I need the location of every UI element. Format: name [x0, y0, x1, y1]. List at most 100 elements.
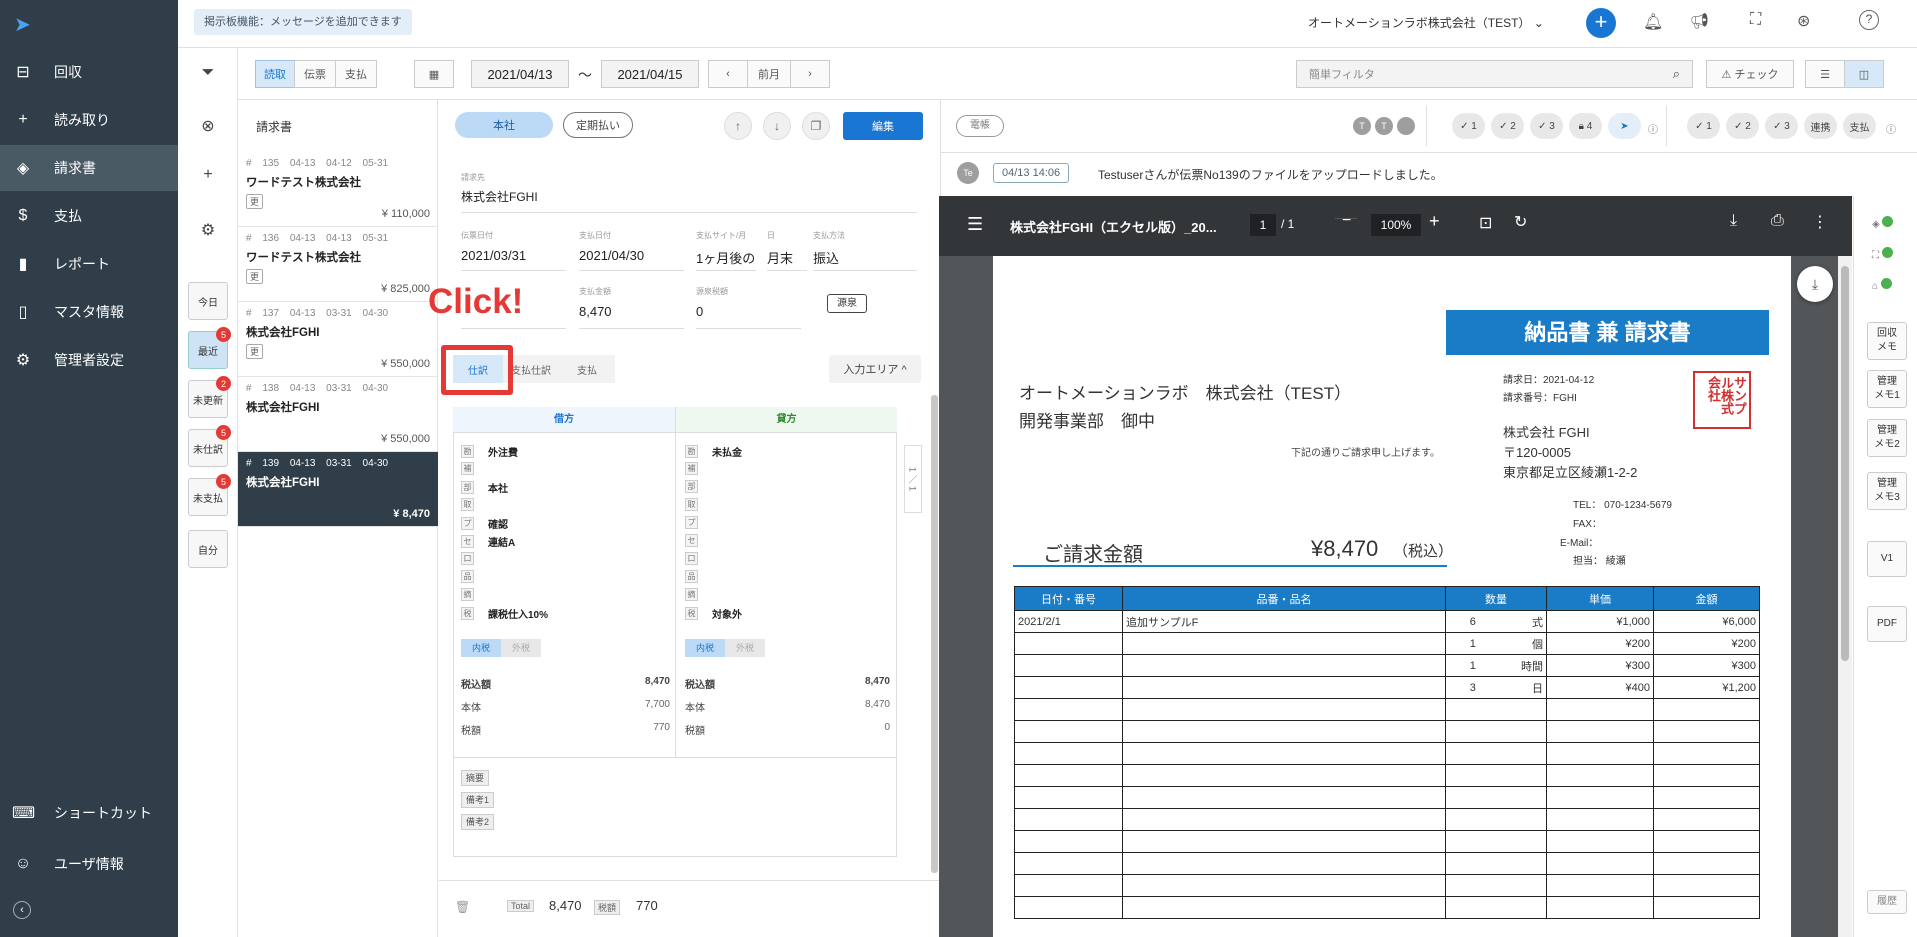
app-logo[interactable]: ➤ — [14, 12, 31, 37]
check-3-button[interactable]: ✓ 3 — [1530, 113, 1563, 139]
nav-item-user[interactable]: ☺ ユーザ情報 — [0, 841, 178, 887]
quick-recent[interactable]: 最近 5 — [188, 327, 231, 369]
kaishu-memo-button[interactable]: 回収 メモ — [1867, 322, 1907, 360]
credit-row-account[interactable]: 勘未払金 — [685, 444, 742, 459]
renkei-button[interactable]: 連携 — [1804, 113, 1837, 139]
detail-scrollbar[interactable] — [931, 395, 938, 873]
download-icon[interactable]: ⤓ — [1730, 212, 1737, 230]
add-button[interactable]: + — [1586, 8, 1616, 38]
calendar-icon[interactable]: ▦ — [414, 60, 454, 88]
app-link-button[interactable]: ➤ — [1608, 113, 1641, 139]
print-icon[interactable]: ⎙ — [1771, 212, 1784, 230]
history-button[interactable]: 履歴 — [1867, 890, 1907, 914]
credit-row-dept[interactable]: 部 — [685, 480, 712, 493]
plus-icon[interactable]: + — [178, 166, 238, 184]
nav-item-master[interactable]: ▯ マスタ情報 — [0, 289, 178, 335]
credit-row-account2[interactable]: 口 — [685, 552, 712, 565]
version-button[interactable]: V1 — [1867, 541, 1907, 577]
quick-not-journalized[interactable]: 未仕訳 5 — [188, 425, 231, 467]
naizei-toggle[interactable]: 内税 — [461, 639, 501, 657]
clear-filter-icon[interactable]: ⊗ — [178, 116, 238, 136]
kanri-memo1-button[interactable]: 管理 メモ1 — [1867, 370, 1907, 408]
gaizei-toggle[interactable]: 外税 — [501, 639, 541, 657]
zoom-in-icon[interactable]: + — [1429, 211, 1440, 232]
list-item[interactable]: # 135 04-13 04-12 05-31 ワードテスト株式会社更 ¥ 110,… — [238, 152, 438, 227]
more-icon[interactable]: ⋮ — [1812, 212, 1828, 232]
rotate-icon[interactable]: ↻ — [1514, 212, 1527, 232]
nav-item-yomitori[interactable]: + 読み取り — [0, 97, 178, 143]
credit-row-tax[interactable]: 税対象外 — [685, 606, 742, 621]
debit-row-partner[interactable]: 取 — [461, 498, 488, 511]
quick-mine[interactable]: 自分 — [188, 530, 228, 568]
tab-denpyo[interactable]: 伝票 — [294, 60, 336, 88]
debit-row-account2[interactable]: 口 — [461, 552, 488, 565]
credit-row-sub[interactable]: 補 — [685, 462, 712, 475]
memo-biko1[interactable]: 備考1 — [461, 792, 495, 808]
notice-board[interactable]: 掲示板機能：メッセージを追加できます — [194, 9, 412, 35]
layers-status-icon[interactable]: ◈ — [1872, 216, 1894, 230]
withholding-value[interactable]: 0 — [696, 304, 703, 319]
dencho-badge[interactable]: 電帳 — [956, 115, 1004, 137]
honsha-pill[interactable]: 本社 — [455, 112, 553, 138]
debit-row-tax[interactable]: 税課税仕入10% — [461, 606, 548, 621]
credit-row-memo[interactable]: 摘 — [685, 588, 712, 601]
pay-check-1-button[interactable]: ✓ 1 — [1687, 113, 1720, 139]
payment-date-value[interactable]: 2021/04/30 — [579, 248, 644, 263]
slip-date-value[interactable]: 2021/03/31 — [461, 248, 526, 263]
trash-icon[interactable]: 🗑︎ — [455, 900, 470, 914]
split-view-icon[interactable]: ◫ — [1844, 60, 1884, 88]
quick-not-updated[interactable]: 未更新 2 — [188, 376, 231, 418]
company-selector[interactable]: オートメーションラボ株式会社（TEST） ⌄ — [1308, 14, 1544, 31]
arrow-up-icon[interactable]: ↑ — [724, 112, 752, 140]
list-item-selected[interactable]: # 139 04-13 03-31 04-30 株式会社FGHI ¥ 8,470 — [238, 452, 438, 527]
shiharai-button[interactable]: 支払 — [1843, 113, 1876, 139]
pdf-scrollbar[interactable] — [1838, 256, 1852, 937]
debit-row-sub[interactable]: 補 — [461, 462, 488, 475]
filter-icon[interactable]: ⏷ — [178, 64, 238, 82]
tab-shiharai[interactable]: 支払 — [335, 60, 377, 88]
list-item[interactable]: # 138 04-13 03-31 04-30 株式会社FGHI ¥ 550,000 — [238, 377, 438, 452]
memo-biko2[interactable]: 備考2 — [461, 814, 495, 830]
check-1-button[interactable]: ✓ 1 — [1452, 113, 1485, 139]
arrow-down-icon[interactable]: ↓ — [763, 112, 791, 140]
pay-check-3-button[interactable]: ✓ 3 — [1765, 113, 1798, 139]
kanri-memo3-button[interactable]: 管理 メモ3 — [1867, 472, 1907, 510]
fit-page-icon[interactable]: ⊡ — [1479, 213, 1492, 233]
support-icon[interactable]: ⊛ — [1797, 11, 1810, 31]
simple-filter-input[interactable]: 簡単フィルタ ⌕ — [1296, 60, 1693, 88]
debit-row-account[interactable]: 勘外注費 — [461, 444, 518, 459]
collapse-icon[interactable]: ‹ — [13, 901, 31, 919]
info-icon[interactable]: ⓘ — [1648, 121, 1658, 136]
credit-row-project[interactable]: プ — [685, 516, 712, 529]
list-item[interactable]: # 136 04-13 04-13 05-31 ワードテスト株式会社更 ¥ 825,… — [238, 227, 438, 302]
nav-item-shortcut[interactable]: ⌨ ショートカット — [0, 790, 178, 836]
tab-shiharai[interactable]: 支払 — [559, 355, 615, 383]
pdf-page-input[interactable]: 1 — [1250, 214, 1276, 236]
nav-item-admin[interactable]: ⚙ 管理者設定 — [0, 337, 178, 383]
help-icon[interactable]: ? — [1859, 10, 1879, 30]
debit-row-item[interactable]: 品 — [461, 570, 488, 583]
debit-row-memo[interactable]: 摘 — [461, 588, 488, 601]
naizei-toggle[interactable]: 内税 — [685, 639, 725, 657]
next-button[interactable]: › — [790, 60, 830, 88]
nav-item-seikyusho[interactable]: ◈ 請求書 — [0, 145, 178, 191]
lock-4-button[interactable]: 🔒︎ 4 — [1569, 113, 1602, 139]
prev-month-button[interactable]: 前月 — [747, 60, 791, 88]
zoom-out-icon[interactable]: − — [1342, 212, 1351, 230]
edit-button[interactable]: 編集 — [843, 112, 923, 140]
scan-status-icon[interactable]: ⛶ — [1872, 247, 1893, 261]
kanri-memo2-button[interactable]: 管理 メモ2 — [1867, 419, 1907, 457]
payment-site-value[interactable]: 1ヶ月後の — [696, 248, 755, 267]
debit-row-segment[interactable]: セ連結A — [461, 534, 515, 549]
check-2-button[interactable]: ✓ 2 — [1491, 113, 1524, 139]
list-item[interactable]: # 137 04-13 03-31 04-30 株式会社FGHI 更 ¥ 550,00… — [238, 302, 438, 377]
pay-check-2-button[interactable]: ✓ 2 — [1726, 113, 1759, 139]
megaphone-icon[interactable]: 📢︎ — [1690, 12, 1709, 30]
date-to-input[interactable]: 2021/04/15 — [601, 60, 699, 88]
recurring-pill[interactable]: 定期払い — [563, 112, 633, 138]
copy-icon[interactable]: ❐ — [802, 112, 830, 140]
credit-row-item[interactable]: 品 — [685, 570, 712, 583]
nav-item-shiharai[interactable]: $ 支払 — [0, 193, 178, 239]
payment-amount-value[interactable]: 8,470 — [579, 304, 612, 319]
bell-icon[interactable]: 🔔︎ — [1643, 12, 1663, 32]
